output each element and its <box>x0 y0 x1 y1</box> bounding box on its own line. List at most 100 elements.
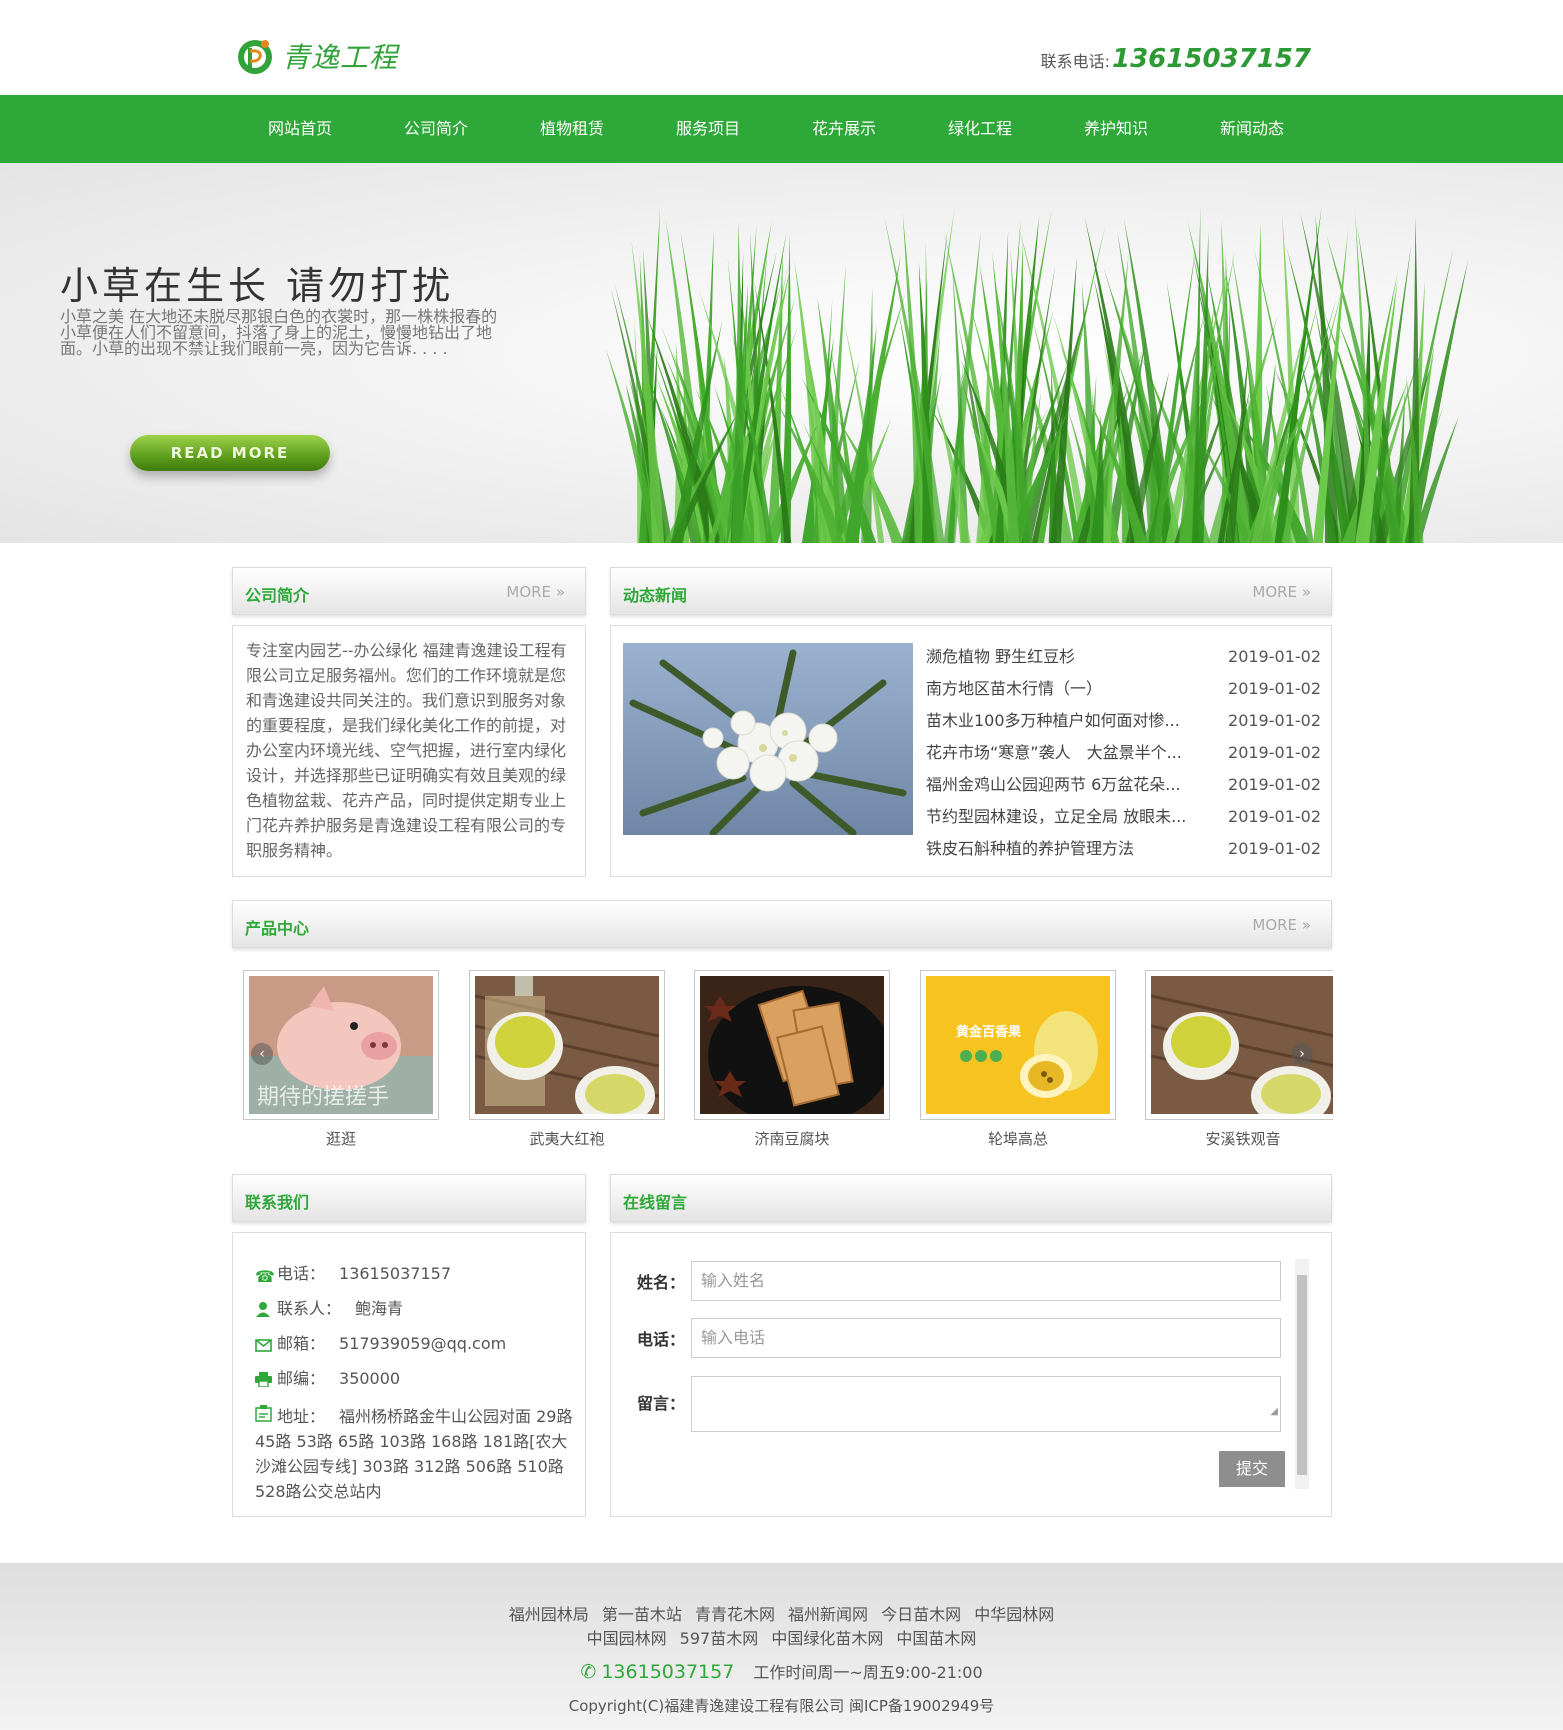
nav-item-plant-rental[interactable]: 植物租赁 <box>504 95 640 163</box>
contact-list: ☎ 电话： 13615037157 联系人： 鲍海青 邮箱： 517939059@qq… <box>255 1261 575 1511</box>
contact-phone: ☎ 电话： 13615037157 <box>255 1261 575 1289</box>
logo-icon <box>238 40 272 74</box>
nav-item-flowers[interactable]: 花卉展示 <box>776 95 912 163</box>
contact-title: 联系我们 <box>245 1193 310 1212</box>
svg-text:期待的搓搓手: 期待的搓搓手 <box>257 1085 389 1110</box>
news-header: 动态新闻 MORE » <box>610 567 1332 615</box>
product-card[interactable]: 期待的搓搓手 逛逛 <box>243 970 439 1149</box>
footer-link[interactable]: 中华园林网 <box>974 1605 1054 1624</box>
news-panel: 濒危植物 野生红豆杉 2019-01-02 南方地区苗木行情（一） 2019-01-… <box>610 625 1332 877</box>
products-header: 产品中心 MORE » <box>232 900 1332 948</box>
contact-email: 邮箱： 517939059@qq.com <box>255 1331 575 1359</box>
footer-link[interactable]: 今日苗木网 <box>881 1605 961 1624</box>
name-row: 姓名： 输入姓名 <box>637 1261 1281 1301</box>
products-more-link[interactable]: MORE » <box>1252 916 1311 934</box>
message-textarea[interactable]: ◢ <box>691 1376 1281 1432</box>
header-phone: 联系电话: 13615037157 <box>1041 44 1311 74</box>
nav-item-care[interactable]: 养护知识 <box>1048 95 1184 163</box>
svg-text:黄金百香果: 黄金百香果 <box>956 1024 1021 1040</box>
product-caption: 武夷大红袍 <box>529 1130 605 1148</box>
news-title: 动态新闻 <box>623 586 688 605</box>
message-row: 留言： ◢ <box>637 1376 1281 1432</box>
footer-links-row1: 福州园林局 第一苗木站 青青花木网 福州新闻网 今日苗木网 中华园林网 <box>0 1601 1563 1625</box>
footer-link[interactable]: 福州园林局 <box>509 1605 589 1624</box>
footer-link[interactable]: 第一苗木站 <box>602 1605 682 1624</box>
product-carousel: 期待的搓搓手 逛逛 武夷大红袍 济南豆腐块 黄金百香果 轮埠高总 安溪铁观音 ‹… <box>243 970 1333 1150</box>
scrollbar-thumb[interactable] <box>1297 1275 1307 1475</box>
passion-fruit-image: 黄金百香果 <box>926 976 1110 1114</box>
footer-link[interactable]: 中国苗木网 <box>896 1629 976 1648</box>
nav-item-services[interactable]: 服务项目 <box>640 95 776 163</box>
contact-zip: 邮编： 350000 <box>255 1366 575 1394</box>
news-item[interactable]: 南方地区苗木行情（一） 2019-01-02 <box>926 673 1321 705</box>
footer-links-row2: 中国园林网 597苗木网 中国绿化苗木网 中国苗木网 <box>0 1625 1563 1649</box>
product-card[interactable]: 济南豆腐块 <box>694 970 890 1149</box>
products-title: 产品中心 <box>245 919 310 938</box>
news-item[interactable]: 濒危植物 野生红豆杉 2019-01-02 <box>926 641 1321 673</box>
news-item[interactable]: 铁皮石斛种植的养护管理方法 2019-01-02 <box>926 833 1321 865</box>
resize-handle-icon[interactable]: ◢ <box>1270 1393 1278 1431</box>
product-card[interactable]: 黄金百香果 轮埠高总 <box>920 970 1116 1149</box>
product-caption: 安溪铁观音 <box>1205 1130 1281 1148</box>
news-item[interactable]: 节约型园林建设，立足全局 放眼未... 2019-01-02 <box>926 801 1321 833</box>
phone-input[interactable]: 输入电话 <box>691 1318 1281 1358</box>
product-card[interactable]: 武夷大红袍 <box>469 970 665 1149</box>
double-chevron-icon: » <box>555 583 565 601</box>
footer-contact: ✆ 13615037157 工作时间周一~周五9:00-21:00 <box>0 1659 1563 1683</box>
carousel-next-button[interactable]: › <box>1291 1043 1313 1065</box>
product-caption: 逛逛 <box>325 1130 356 1148</box>
scrollbar[interactable] <box>1295 1259 1309 1489</box>
about-panel: 专注室内园艺--办公绿化 福建青逸建设工程有限公司立足服务福州。您们的工作环境就… <box>232 625 586 877</box>
news-list: 濒危植物 野生红豆杉 2019-01-02 南方地区苗木行情（一） 2019-01-… <box>926 641 1321 865</box>
footer-link[interactable]: 中国园林网 <box>587 1629 667 1648</box>
name-input[interactable]: 输入姓名 <box>691 1261 1281 1301</box>
grass-image <box>605 205 1469 543</box>
message-title: 在线留言 <box>623 1193 688 1212</box>
message-panel: 姓名： 输入姓名 电话： 输入电话 留言： ◢ 提交 <box>610 1232 1332 1517</box>
address-icon <box>255 1404 277 1429</box>
contact-address: 地址： 福州杨桥路金牛山公园对面 29路 45路 53路 65路 103路 168… <box>255 1401 575 1504</box>
chevron-left-icon: ‹ <box>259 1046 265 1062</box>
product-caption: 济南豆腐块 <box>754 1130 830 1148</box>
footer-hours: 工作时间周一~周五9:00-21:00 <box>753 1663 983 1682</box>
nav-item-home[interactable]: 网站首页 <box>232 95 368 163</box>
footer-link[interactable]: 597苗木网 <box>680 1629 759 1648</box>
footer-link[interactable]: 青青花木网 <box>695 1605 775 1624</box>
double-chevron-icon: » <box>1301 916 1311 934</box>
main-nav: 网站首页 公司简介 植物租赁 服务项目 花卉展示 绿化工程 养护知识 新闻动态 <box>0 95 1563 163</box>
news-flower-image <box>623 643 913 835</box>
footer-copyright: Copyright(C)福建青逸建设工程有限公司 闽ICP备19002949号 <box>568 1697 995 1715</box>
news-item[interactable]: 苗木业100多万种植户如何面对惨... 2019-01-02 <box>926 705 1321 737</box>
submit-button[interactable]: 提交 <box>1219 1451 1285 1487</box>
about-header: 公司简介 MORE » <box>232 567 586 615</box>
about-text: 专注室内园艺--办公绿化 福建青逸建设工程有限公司立足服务福州。您们的工作环境就… <box>246 641 567 860</box>
nav-item-greening[interactable]: 绿化工程 <box>912 95 1048 163</box>
tea-image <box>475 976 659 1114</box>
footer-link[interactable]: 中国绿化苗木网 <box>771 1629 883 1648</box>
news-item[interactable]: 福州金鸡山公园迎两节 6万盆花朵... 2019-01-02 <box>926 769 1321 801</box>
nav-item-news[interactable]: 新闻动态 <box>1184 95 1320 163</box>
news-item[interactable]: 花卉市场“寒意”袭人 大盆景半个... 2019-01-02 <box>926 737 1321 769</box>
nav-item-about[interactable]: 公司简介 <box>368 95 504 163</box>
pig-image: 期待的搓搓手 <box>249 976 433 1114</box>
printer-icon <box>255 1369 277 1394</box>
logo-text: 青逸工程 <box>282 41 399 74</box>
site-footer: 福州园林局 第一苗木站 青青花木网 福州新闻网 今日苗木网 中华园林网 中国园林… <box>0 1563 1563 1730</box>
mail-icon <box>255 1334 277 1359</box>
double-chevron-icon: » <box>1301 583 1311 601</box>
news-more-link[interactable]: MORE » <box>1252 583 1311 601</box>
tofu-image <box>700 976 884 1114</box>
logo[interactable]: 青逸工程 <box>236 36 398 76</box>
read-more-button[interactable]: READ MORE <box>130 435 330 471</box>
banner-title: 小草在生长 请勿打扰 <box>60 264 455 308</box>
footer-phone: 13615037157 <box>601 1661 735 1683</box>
footer-link[interactable]: 福州新闻网 <box>788 1605 868 1624</box>
phone-icon: ✆ <box>580 1661 597 1683</box>
carousel-prev-button[interactable]: ‹ <box>251 1043 273 1065</box>
about-title: 公司简介 <box>245 586 310 605</box>
contact-person: 联系人： 鲍海青 <box>255 1296 575 1324</box>
hero-banner: 小草在生长 请勿打扰 小草之美 在大地还未脱尽那银白色的衣裳时，那一株株报春的小… <box>0 163 1563 543</box>
banner-text: 小草之美 在大地还未脱尽那银白色的衣裳时，那一株株报春的小草便在人们不留意间，抖… <box>60 307 498 358</box>
name-label: 姓名： <box>637 1273 686 1292</box>
about-more-link[interactable]: MORE » <box>506 583 565 601</box>
